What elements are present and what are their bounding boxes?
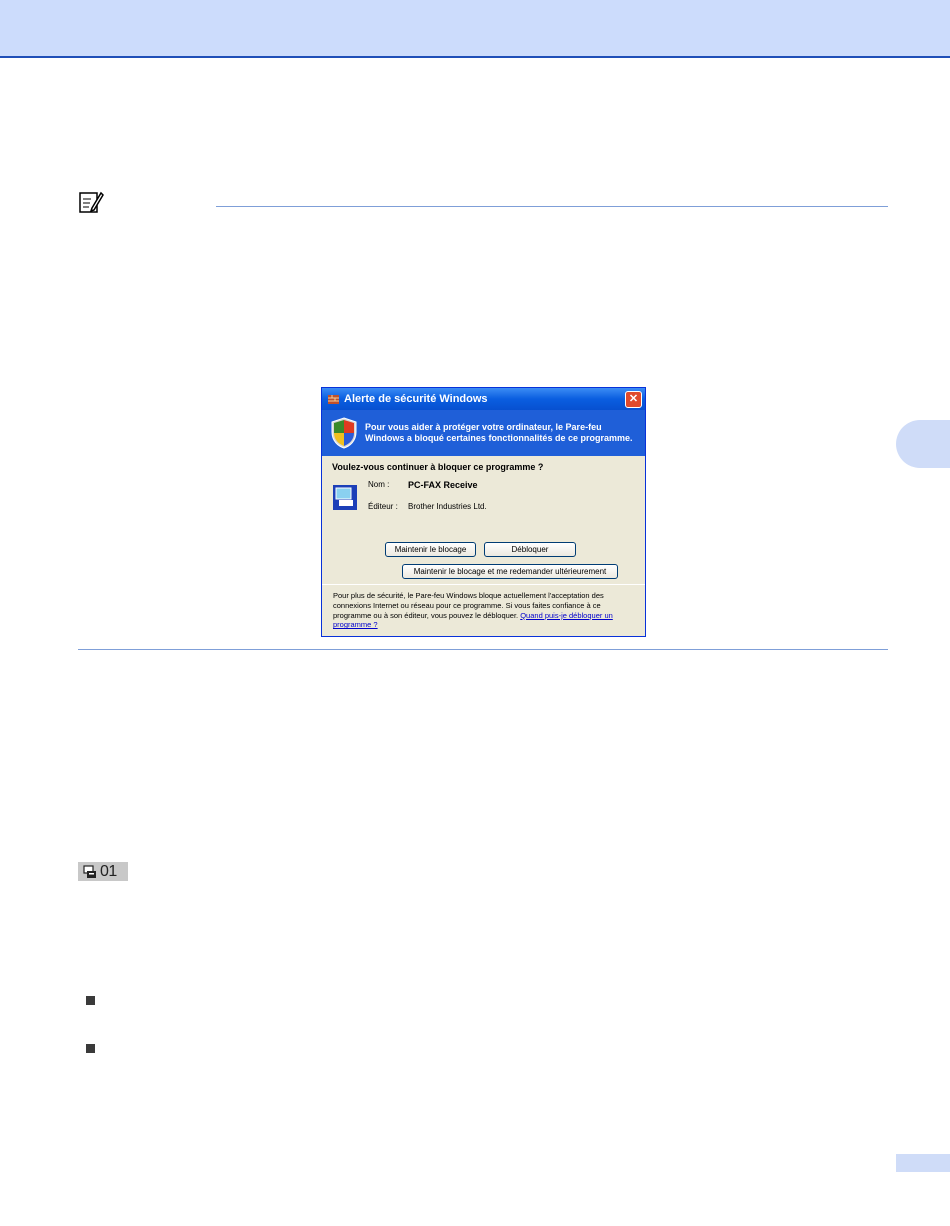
warning-banner: Pour vous aider à protéger votre ordinat… <box>322 410 645 456</box>
bullet-marker <box>86 996 95 1005</box>
banner-text: Pour vous aider à protéger votre ordinat… <box>365 422 633 443</box>
ask-later-button[interactable]: Maintenir le blocage et me redemander ul… <box>402 564 618 579</box>
footer-info: Pour plus de sécurité, le Pare-feu Windo… <box>333 591 638 630</box>
close-button[interactable]: ✕ <box>625 391 642 408</box>
dialog-title: Alerte de sécurité Windows <box>344 393 488 405</box>
note-bottom-rule <box>78 649 888 650</box>
bullet-marker <box>86 1044 95 1053</box>
publisher-value: Brother Industries Ltd. <box>408 502 487 511</box>
chapter-tab <box>896 420 950 468</box>
dialog-separator <box>322 584 645 585</box>
dialog-titlebar: Alerte de sécurité Windows ✕ <box>322 388 645 410</box>
page-number-tab <box>896 1154 950 1172</box>
block-question: Voulez-vous continuer à bloquer ce progr… <box>332 462 544 472</box>
pc-fax-icon <box>83 864 96 878</box>
security-alert-dialog: Alerte de sécurité Windows ✕ Pour vous a… <box>321 387 646 637</box>
note-pencil-icon <box>79 191 104 213</box>
name-label: Nom : <box>368 480 390 489</box>
page-header-band <box>0 0 950 58</box>
keep-blocking-button[interactable]: Maintenir le blocage <box>385 542 476 557</box>
firewall-icon <box>328 394 339 404</box>
pc-fax-app-icon <box>333 485 357 510</box>
unblock-button[interactable]: Débloquer <box>484 542 576 557</box>
status-count: 01 <box>100 862 117 880</box>
pc-fax-status-indicator: 01 <box>78 862 128 881</box>
note-top-rule <box>216 206 888 207</box>
security-shield-icon <box>331 417 357 449</box>
publisher-label: Éditeur : <box>368 502 398 511</box>
name-value: PC-FAX Receive <box>408 480 478 490</box>
